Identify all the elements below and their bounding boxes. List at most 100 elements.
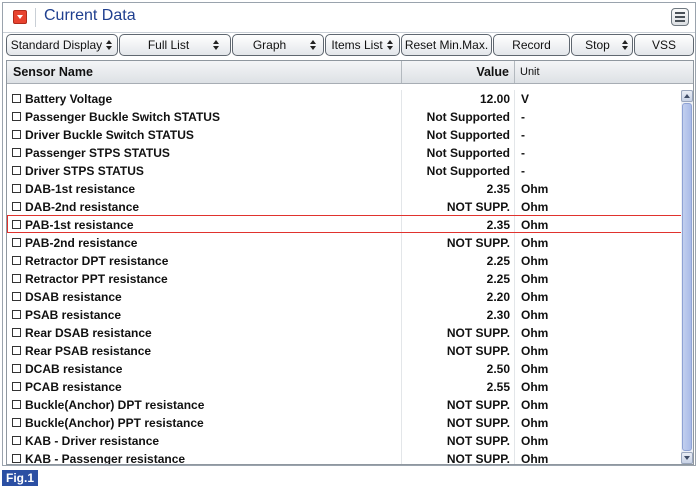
- scrollbar-thumb[interactable]: [682, 103, 692, 451]
- row-checkbox[interactable]: [12, 94, 21, 103]
- sensor-unit-cell: Ohm: [514, 450, 680, 464]
- table-row[interactable]: PCAB resistance 2.55 Ohm: [7, 378, 679, 396]
- sensor-unit: Ohm: [521, 236, 549, 250]
- sensor-value-cell: 12.00: [401, 90, 515, 108]
- table-row[interactable]: Battery Voltage 12.00 V: [7, 90, 679, 108]
- standard-display-select[interactable]: Standard Display: [6, 34, 118, 56]
- scroll-up-icon[interactable]: [681, 90, 693, 102]
- vertical-scrollbar[interactable]: [681, 90, 693, 464]
- row-checkbox[interactable]: [12, 184, 21, 193]
- sensor-value-cell: 2.20: [401, 288, 515, 306]
- table-row[interactable]: DAB-1st resistance 2.35 Ohm: [7, 180, 679, 198]
- sensor-value: 2.20: [486, 290, 510, 304]
- row-checkbox[interactable]: [12, 400, 21, 409]
- vss-button[interactable]: VSS: [634, 34, 694, 56]
- row-checkbox[interactable]: [12, 436, 21, 445]
- sensor-unit: Ohm: [521, 416, 549, 430]
- table-row[interactable]: Rear PSAB resistance NOT SUPP. Ohm: [7, 342, 679, 360]
- sensor-value: NOT SUPP.: [446, 344, 510, 358]
- sensor-unit-cell: Ohm: [514, 288, 680, 306]
- sensor-unit-cell: -: [514, 162, 680, 180]
- row-checkbox[interactable]: [12, 256, 21, 265]
- scroll-down-icon[interactable]: [681, 452, 693, 464]
- table-row[interactable]: DAB-2nd resistance NOT SUPP. Ohm: [7, 198, 679, 216]
- row-checkbox[interactable]: [12, 454, 21, 463]
- column-header-value[interactable]: Value: [401, 61, 515, 83]
- table-row[interactable]: Passenger Buckle Switch STATUS Not Suppor…: [7, 108, 679, 126]
- dropdown-arrow-icon[interactable]: [13, 10, 27, 24]
- table-row[interactable]: DCAB resistance 2.50 Ohm: [7, 360, 679, 378]
- table-row[interactable]: PAB-2nd resistance NOT SUPP. Ohm: [7, 234, 679, 252]
- stop-select[interactable]: Stop: [571, 34, 633, 56]
- sensor-value: NOT SUPP.: [446, 326, 510, 340]
- row-checkbox[interactable]: [12, 418, 21, 427]
- table-row[interactable]: PAB-1st resistance 2.35 Ohm: [7, 215, 693, 234]
- sensor-unit-cell: Ohm: [514, 342, 680, 360]
- sensor-value-cell: NOT SUPP.: [401, 342, 515, 360]
- column-header-unit[interactable]: Unit: [514, 61, 685, 83]
- table-row[interactable]: Retractor PPT resistance 2.25 Ohm: [7, 270, 679, 288]
- items-list-select[interactable]: Items List: [325, 34, 400, 56]
- row-checkbox[interactable]: [12, 382, 21, 391]
- sensor-unit: Ohm: [521, 290, 549, 304]
- sensor-unit: Ohm: [521, 344, 549, 358]
- row-checkbox[interactable]: [12, 346, 21, 355]
- sensor-name: Battery Voltage: [25, 92, 113, 106]
- sensor-value: 2.35: [486, 218, 510, 232]
- sensor-unit: Ohm: [521, 380, 549, 394]
- sensor-value: NOT SUPP.: [446, 452, 510, 465]
- sensor-unit: Ohm: [521, 398, 549, 412]
- row-checkbox[interactable]: [12, 238, 21, 247]
- table-row[interactable]: Passenger STPS STATUS Not Supported -: [7, 144, 679, 162]
- table-row[interactable]: Retractor DPT resistance 2.25 Ohm: [7, 252, 679, 270]
- stop-label: Stop: [585, 38, 610, 52]
- sensor-unit: Ohm: [521, 218, 549, 232]
- row-checkbox[interactable]: [12, 202, 21, 211]
- row-checkbox[interactable]: [12, 166, 21, 175]
- table-row[interactable]: KAB - Passenger resistance NOT SUPP. Ohm: [7, 450, 680, 465]
- table-row[interactable]: PSAB resistance 2.30 Ohm: [7, 306, 679, 324]
- row-checkbox[interactable]: [12, 112, 21, 121]
- table-row[interactable]: KAB - Driver resistance NOT SUPP. Ohm: [7, 432, 679, 450]
- sensor-name: Passenger STPS STATUS: [25, 146, 170, 160]
- table-row[interactable]: Buckle(Anchor) PPT resistance NOT SUPP. Oh…: [7, 414, 679, 432]
- sensor-unit: Ohm: [521, 200, 549, 214]
- sensor-name: Buckle(Anchor) DPT resistance: [25, 398, 205, 412]
- sensor-unit-cell: -: [514, 144, 680, 162]
- sensor-name: KAB - Passenger resistance: [25, 452, 186, 465]
- sensor-unit: Ohm: [521, 434, 549, 448]
- record-button[interactable]: Record: [493, 34, 570, 56]
- sensor-value-cell: NOT SUPP.: [401, 396, 515, 414]
- table-row[interactable]: Buckle(Anchor) DPT resistance NOT SUPP. Oh…: [7, 396, 679, 414]
- menu-icon[interactable]: [671, 8, 689, 26]
- sensor-unit: -: [521, 164, 525, 178]
- sensor-name: DSAB resistance: [25, 290, 122, 304]
- row-checkbox[interactable]: [12, 148, 21, 157]
- column-header-sensor-name[interactable]: Sensor Name: [13, 65, 93, 79]
- full-list-label: Full List: [147, 38, 190, 52]
- full-list-select[interactable]: Full List: [119, 34, 231, 56]
- sensor-value-cell: Not Supported: [401, 144, 515, 162]
- reset-min-max-button[interactable]: Reset Min.Max.: [401, 34, 492, 56]
- row-checkbox[interactable]: [12, 292, 21, 301]
- sensor-unit-cell: Ohm: [514, 414, 680, 432]
- row-checkbox[interactable]: [12, 130, 21, 139]
- table-row[interactable]: DSAB resistance 2.20 Ohm: [7, 288, 679, 306]
- sensor-value: Not Supported: [426, 164, 510, 178]
- row-checkbox[interactable]: [12, 364, 21, 373]
- table-row[interactable]: Driver STPS STATUS Not Supported -: [7, 162, 679, 180]
- column-header-value-label: Value: [476, 65, 509, 79]
- graph-select[interactable]: Graph: [232, 34, 324, 56]
- row-checkbox[interactable]: [12, 310, 21, 319]
- sensor-name: DAB-2nd resistance: [25, 200, 140, 214]
- row-checkbox[interactable]: [12, 220, 21, 229]
- sensor-value: Not Supported: [426, 146, 510, 160]
- table-row[interactable]: Driver Buckle Switch STATUS Not Supported…: [7, 126, 679, 144]
- sensor-value-cell: NOT SUPP.: [401, 450, 515, 465]
- table-row[interactable]: Rear DSAB resistance NOT SUPP. Ohm: [7, 324, 679, 342]
- sensor-name: DAB-1st resistance: [25, 182, 136, 196]
- row-checkbox[interactable]: [12, 274, 21, 283]
- items-list-label: Items List: [331, 38, 383, 52]
- row-checkbox[interactable]: [12, 328, 21, 337]
- sensor-value-cell: NOT SUPP.: [401, 432, 515, 450]
